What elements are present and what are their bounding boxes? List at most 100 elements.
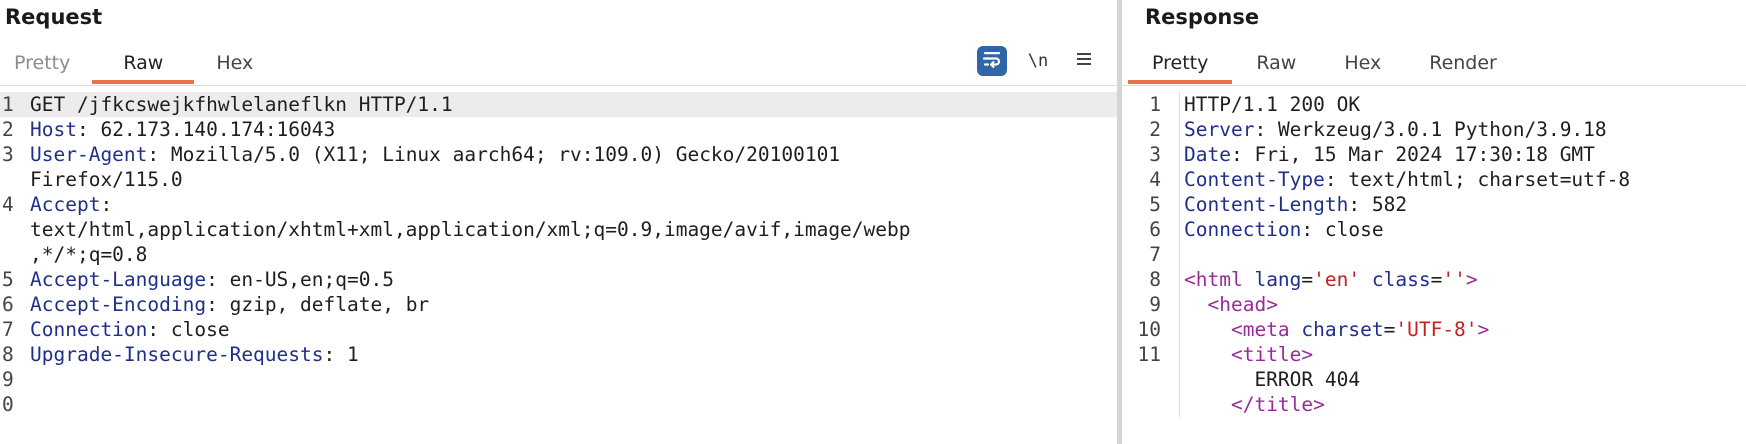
response-pane: Response Pretty Raw Hex Render 1 HTTP/1.1…	[1122, 0, 1746, 444]
html-text	[1360, 268, 1372, 291]
header-name: Server	[1184, 118, 1255, 141]
header-name: Host	[30, 118, 77, 141]
request-line: 6 Accept-Encoding: gzip, deflate, br	[0, 292, 1117, 317]
line-content: <head>	[1180, 292, 1746, 317]
line-number: 6	[1122, 217, 1180, 242]
line-number: 7	[1122, 242, 1180, 267]
header-separator: :	[1230, 143, 1255, 166]
line-text: en-US,en;q=0.5	[229, 268, 394, 291]
request-tabs: Pretty Raw Hex	[0, 46, 275, 86]
html-tag: <html	[1184, 268, 1243, 291]
html-string: ''	[1442, 268, 1466, 291]
show-newlines-button[interactable]: \n	[1023, 46, 1053, 76]
request-pane: Request Pretty Raw Hex \n 1 GET /jfkcswe…	[0, 0, 1117, 444]
line-number: 6	[2, 293, 14, 316]
line-number: 8	[2, 343, 14, 366]
header-separator: :	[206, 268, 230, 291]
html-tag: >	[1266, 293, 1278, 316]
line-content: text/html,application/xhtml+xml,applicat…	[28, 217, 1117, 242]
html-text	[1290, 318, 1302, 341]
response-line: 9 <head>	[1122, 292, 1746, 317]
line-number	[0, 217, 28, 242]
response-line: 3 Date: Fri, 15 Mar 2024 17:30:18 GMT	[1122, 142, 1746, 167]
tab-request-pretty[interactable]: Pretty	[0, 46, 92, 84]
line-text: 1	[346, 343, 359, 366]
header-name: Content-Type	[1184, 168, 1325, 191]
line-number: 3	[2, 143, 14, 166]
line-text: HTTP/1.1 200 OK	[1184, 93, 1361, 116]
request-toolbar: \n	[977, 46, 1099, 76]
line-content: Server: Werkzeug/3.0.1 Python/3.9.18	[1180, 117, 1746, 142]
line-number: 10	[1122, 317, 1180, 342]
header-separator: :	[1254, 118, 1278, 141]
tab-request-raw[interactable]: Raw	[92, 46, 195, 84]
response-tab-divider	[1122, 85, 1746, 86]
html-tag: >	[1301, 343, 1314, 366]
word-wrap-button[interactable]	[977, 46, 1007, 76]
header-name: Accept	[30, 193, 101, 216]
request-tab-divider	[0, 85, 1117, 86]
line-content: <title>	[1180, 342, 1746, 367]
response-line: 7	[1122, 242, 1746, 267]
request-line: 1 GET /jfkcswejkfhwlelaneflkn HTTP/1.1	[0, 92, 1117, 117]
line-content: Host: 62.173.140.174:16043	[28, 117, 1117, 142]
line-content: Accept-Encoding: gzip, deflate, br	[28, 292, 1117, 317]
line-content: ,*/*;q=0.8	[28, 242, 1117, 267]
line-content: User-Agent: Mozilla/5.0 (X11; Linux aarc…	[28, 142, 1117, 167]
header-name: User-Agent	[30, 143, 148, 166]
header-separator: :	[147, 318, 171, 341]
html-text	[1184, 293, 1207, 316]
line-content: Connection: close	[28, 317, 1117, 342]
html-tag: >	[1477, 318, 1490, 341]
request-line: Firefox/115.0	[0, 167, 1117, 192]
html-text: =	[1383, 318, 1396, 341]
line-content: ERROR 404	[1180, 367, 1746, 392]
header-value: Werkzeug/3.0.1 Python/3.9.18	[1277, 118, 1607, 141]
header-separator: :	[1348, 193, 1372, 216]
line-number: 5	[1122, 192, 1180, 217]
html-text	[1184, 393, 1231, 416]
html-attribute: lang	[1254, 268, 1302, 291]
header-name: Content-Length	[1184, 193, 1349, 216]
html-string: 'en'	[1313, 268, 1361, 291]
header-separator: :	[323, 343, 347, 366]
request-line: 5 Accept-Language: en-US,en;q=0.5	[0, 267, 1117, 292]
request-editor[interactable]: 1 GET /jfkcswejkfhwlelaneflkn HTTP/1.1 2 Ho…	[0, 92, 1117, 444]
header-value: 582	[1371, 193, 1408, 216]
line-text: text/html,application/xhtml+xml,applicat…	[30, 218, 911, 241]
line-text: 62.173.140.174:16043	[100, 118, 336, 141]
tab-response-hex[interactable]: Hex	[1320, 46, 1405, 84]
response-line: 5 Content-Length: 582	[1122, 192, 1746, 217]
tab-request-hex[interactable]: Hex	[194, 46, 275, 84]
line-number	[1122, 367, 1180, 392]
line-content: Connection: close	[1180, 217, 1746, 242]
request-line: text/html,application/xhtml+xml,applicat…	[0, 217, 1117, 242]
line-content: Upgrade-Insecure-Requests: 1	[28, 342, 1117, 367]
newline-icon: \n	[1027, 51, 1049, 71]
header-separator: :	[100, 193, 113, 216]
html-text: =	[1301, 268, 1314, 291]
response-line: 6 Connection: close	[1122, 217, 1746, 242]
html-text: ERROR 404	[1184, 368, 1361, 391]
line-number: 4	[1122, 167, 1180, 192]
tab-response-render[interactable]: Render	[1405, 46, 1521, 84]
tab-response-pretty[interactable]: Pretty	[1128, 46, 1233, 84]
tab-response-raw[interactable]: Raw	[1232, 46, 1320, 84]
line-text: GET /jfkcswejkfhwlelaneflkn HTTP/1.1	[30, 93, 453, 116]
request-title: Request	[5, 5, 103, 29]
header-name: Connection	[1184, 218, 1302, 241]
header-name: Upgrade-Insecure-Requests	[30, 343, 324, 366]
response-editor[interactable]: 1 HTTP/1.1 200 OK 2 Server: Werkzeug/3.0.1 …	[1122, 92, 1746, 444]
line-text: Mozilla/5.0 (X11; Linux aarch64; rv:109.…	[170, 143, 841, 166]
header-separator: :	[1324, 168, 1349, 191]
line-content: GET /jfkcswejkfhwlelaneflkn HTTP/1.1	[28, 92, 1117, 117]
line-number: 2	[2, 118, 14, 141]
request-line: 8 Upgrade-Insecure-Requests: 1	[0, 342, 1117, 367]
request-line: 9	[0, 367, 1117, 392]
options-menu-button[interactable]	[1069, 46, 1099, 76]
line-text: close	[170, 318, 230, 341]
response-title: Response	[1145, 5, 1260, 29]
http-message-viewer: Request Pretty Raw Hex \n 1 GET /jfkcswe…	[0, 0, 1746, 444]
line-text: Firefox/115.0	[30, 168, 183, 191]
line-number: 0	[2, 393, 14, 416]
